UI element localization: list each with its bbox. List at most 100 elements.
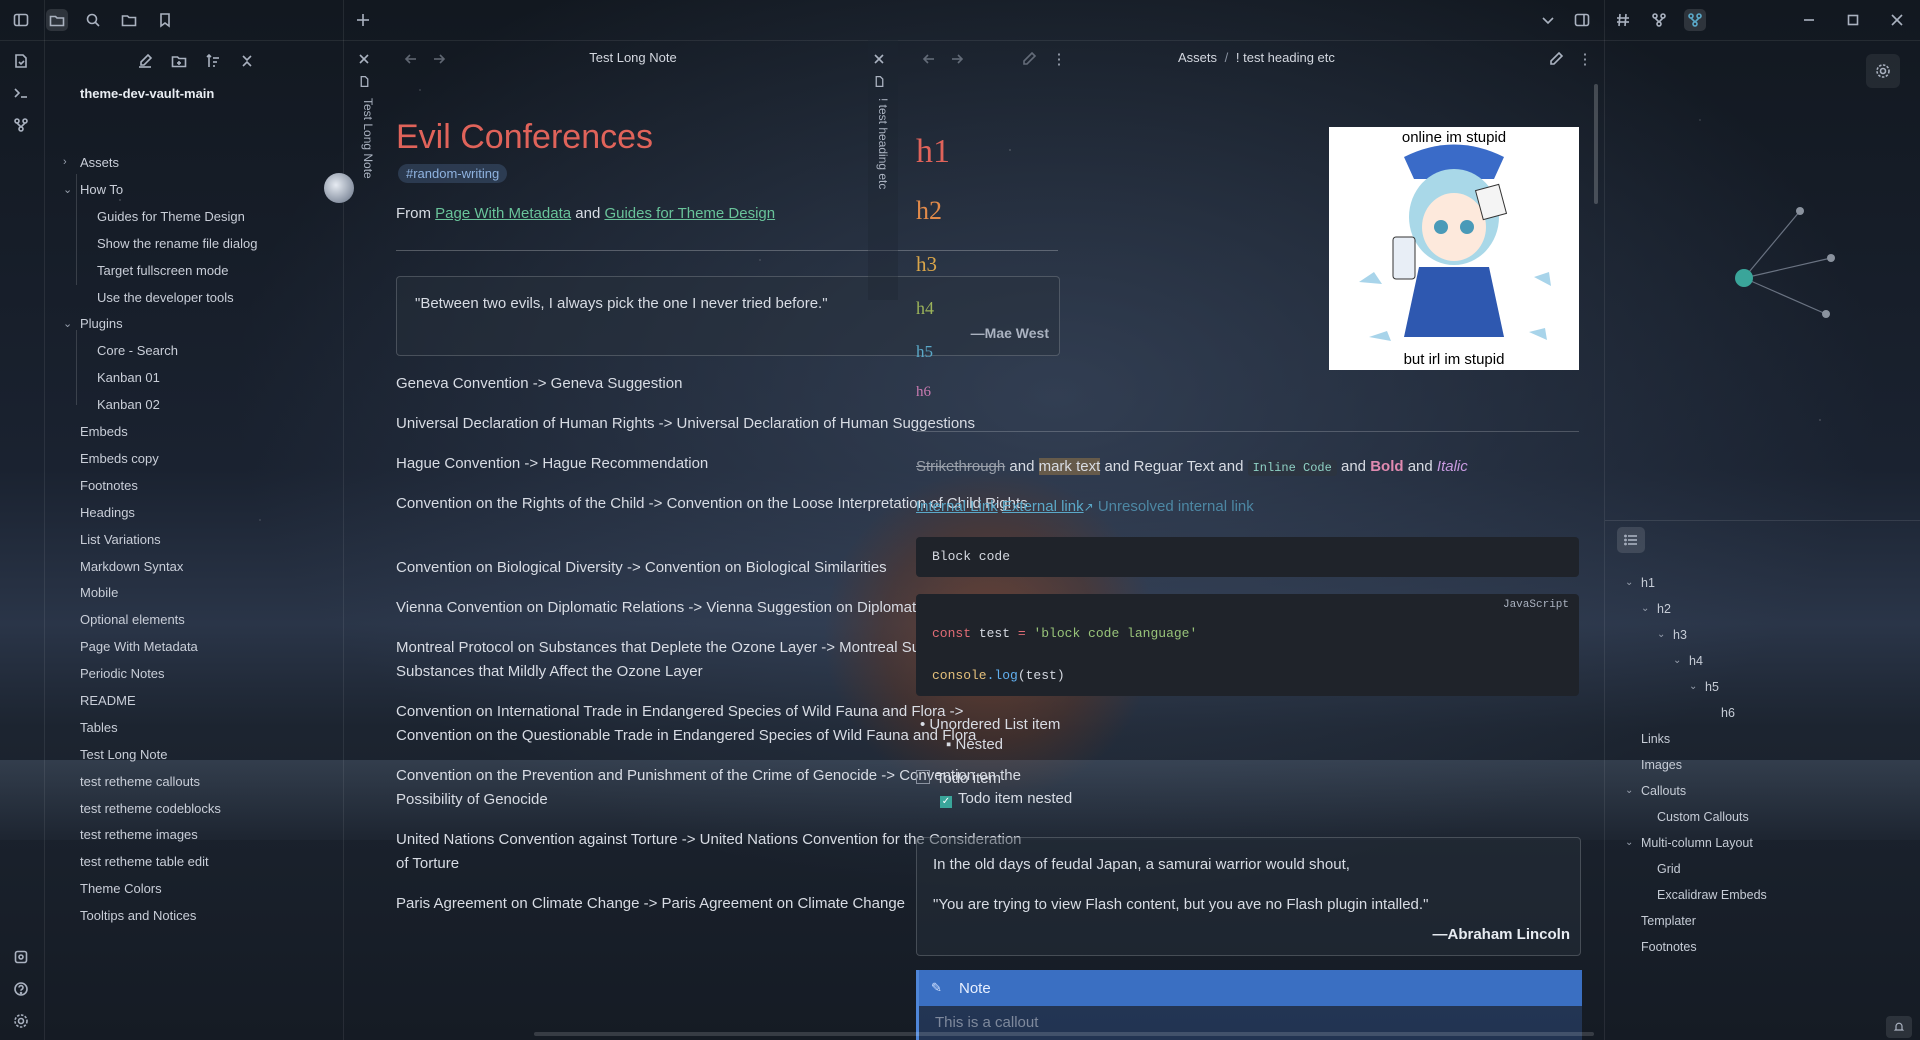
file-item[interactable]: List Variations xyxy=(80,532,161,547)
file-item[interactable]: Page With Metadata xyxy=(80,639,198,654)
graph-node[interactable] xyxy=(1827,254,1835,262)
vault-switcher-icon[interactable] xyxy=(10,946,32,968)
file-item[interactable]: test retheme codeblocks xyxy=(80,801,221,816)
help-icon[interactable] xyxy=(10,978,32,1000)
folder-item[interactable]: Plugins xyxy=(80,316,123,331)
maximize-icon[interactable] xyxy=(1842,9,1864,31)
file-item[interactable]: Headings xyxy=(80,505,135,520)
outline-item[interactable]: h2 xyxy=(1657,602,1671,616)
outline-item[interactable]: Multi-column Layout xyxy=(1641,836,1753,850)
minimize-icon[interactable] xyxy=(1798,9,1820,31)
file-item[interactable]: test retheme callouts xyxy=(80,774,200,789)
backlinks-icon[interactable] xyxy=(1648,9,1670,31)
file-item[interactable]: Footnotes xyxy=(80,478,138,493)
horizontal-scrollbar[interactable] xyxy=(534,1032,1594,1036)
internal-link[interactable]: Internal Link xyxy=(916,498,998,515)
file-item[interactable]: test retheme images xyxy=(80,827,198,842)
stacked-tab-test-heading[interactable]: ! test heading etc xyxy=(868,40,898,300)
file-item[interactable]: Test Long Note xyxy=(80,747,167,762)
close-tab-icon[interactable] xyxy=(868,48,890,70)
checkbox-unchecked[interactable] xyxy=(916,770,930,784)
checkbox-checked[interactable]: ✓ xyxy=(940,796,952,808)
back-arrow-icon[interactable] xyxy=(918,48,940,70)
graph-node[interactable] xyxy=(1796,207,1804,215)
tag-pill[interactable]: #random-writing xyxy=(398,164,508,183)
outline-list-icon[interactable] xyxy=(1617,527,1645,553)
more-options-icon[interactable]: ⋮ xyxy=(1048,48,1070,70)
forward-arrow-icon[interactable] xyxy=(946,48,968,70)
outline-item[interactable]: h4 xyxy=(1689,654,1703,668)
graph-node-current[interactable] xyxy=(1735,269,1753,287)
file-item[interactable]: Periodic Notes xyxy=(80,666,165,681)
more-options-icon[interactable]: ⋮ xyxy=(1574,48,1596,70)
file-item[interactable]: Kanban 01 xyxy=(97,370,160,385)
todo-item-nested[interactable]: ✓ Todo item nested xyxy=(940,790,1072,808)
file-item[interactable]: Target fullscreen mode xyxy=(97,263,229,278)
notification-bell-icon[interactable] xyxy=(1886,1016,1912,1038)
outline-item[interactable]: h6 xyxy=(1721,706,1735,720)
search-icon[interactable] xyxy=(82,9,104,31)
vault-name[interactable]: theme-dev-vault-main xyxy=(80,86,214,101)
chevron-down-icon[interactable]: ⌄ xyxy=(1625,785,1633,796)
file-item[interactable]: Theme Colors xyxy=(80,881,162,896)
outline-item[interactable]: Templater xyxy=(1641,914,1696,928)
file-item[interactable]: Optional elements xyxy=(80,612,185,627)
file-item[interactable]: Markdown Syntax xyxy=(80,559,183,574)
pane-title[interactable]: Test Long Note xyxy=(483,50,783,65)
chevron-down-icon[interactable]: ⌄ xyxy=(1641,603,1649,614)
files-folder-icon[interactable] xyxy=(46,9,68,31)
bookmark-icon[interactable] xyxy=(154,9,176,31)
outline-item[interactable]: Footnotes xyxy=(1641,940,1697,954)
external-link[interactable]: External link xyxy=(1002,498,1084,515)
edit-pencil-icon[interactable] xyxy=(1545,48,1567,70)
outline-item[interactable]: Callouts xyxy=(1641,784,1686,798)
file-item[interactable]: Use the developer tools xyxy=(97,290,234,305)
tags-hash-icon[interactable] xyxy=(1612,9,1634,31)
right-sidebar-toggle-icon[interactable] xyxy=(1571,9,1593,31)
collapse-all-icon[interactable] xyxy=(236,50,258,72)
open-quick-switcher-icon[interactable] xyxy=(10,50,32,72)
chevron-down-icon[interactable] xyxy=(1537,9,1559,31)
stacked-tab-test-long-note[interactable]: Test Long Note xyxy=(353,40,383,240)
outline-item[interactable]: h1 xyxy=(1641,576,1655,590)
file-item[interactable]: Tooltips and Notices xyxy=(80,908,196,923)
file-item[interactable]: test retheme table edit xyxy=(80,854,209,869)
folder-item[interactable]: How To xyxy=(80,182,123,197)
outline-item[interactable]: Excalidraw Embeds xyxy=(1657,888,1767,902)
chevron-down-icon[interactable]: ⌄ xyxy=(1689,681,1697,692)
outline-item[interactable]: Links xyxy=(1641,732,1670,746)
graph-node[interactable] xyxy=(1822,310,1830,318)
chevron-down-icon[interactable]: ⌄ xyxy=(1657,629,1665,640)
graph-view-icon[interactable] xyxy=(1684,9,1706,31)
callout-header[interactable]: ✎ Note xyxy=(919,970,1582,1006)
scrollbar[interactable] xyxy=(1594,84,1598,204)
internal-link-page-with-metadata[interactable]: Page With Metadata xyxy=(435,205,571,222)
sort-icon[interactable] xyxy=(202,50,224,72)
file-item[interactable]: Embeds xyxy=(80,424,128,439)
chevron-down-icon[interactable]: ⌄ xyxy=(1625,577,1633,588)
file-item[interactable]: Core - Search xyxy=(97,343,178,358)
chevron-down-icon[interactable]: ⌄ xyxy=(1673,655,1681,666)
outline-item[interactable]: h5 xyxy=(1705,680,1719,694)
folder-item[interactable]: Assets xyxy=(80,155,119,170)
outline-item[interactable]: h3 xyxy=(1673,628,1687,642)
folder-icon[interactable] xyxy=(118,9,140,31)
file-item[interactable]: Show the rename file dialog xyxy=(97,236,257,251)
file-item[interactable]: Guides for Theme Design xyxy=(97,209,245,224)
chevron-right-icon[interactable]: › xyxy=(63,156,67,168)
forward-arrow-icon[interactable] xyxy=(428,48,450,70)
new-tab-plus-icon[interactable] xyxy=(352,9,374,31)
graph-canvas[interactable] xyxy=(1605,40,1920,520)
file-item[interactable]: Tables xyxy=(80,720,118,735)
file-item[interactable]: Embeds copy xyxy=(80,451,159,466)
breadcrumb-folder[interactable]: Assets xyxy=(1178,50,1217,65)
file-item[interactable]: README xyxy=(80,693,136,708)
file-item[interactable]: Kanban 02 xyxy=(97,397,160,412)
chevron-down-icon[interactable]: ⌄ xyxy=(1625,837,1633,848)
new-folder-icon[interactable] xyxy=(168,50,190,72)
close-window-icon[interactable] xyxy=(1886,9,1908,31)
edit-pencil-icon[interactable] xyxy=(1018,48,1040,70)
outline-item[interactable]: Custom Callouts xyxy=(1657,810,1749,824)
unresolved-link[interactable]: Unresolved internal link xyxy=(1098,498,1254,515)
chevron-down-icon[interactable]: ⌄ xyxy=(63,317,72,330)
